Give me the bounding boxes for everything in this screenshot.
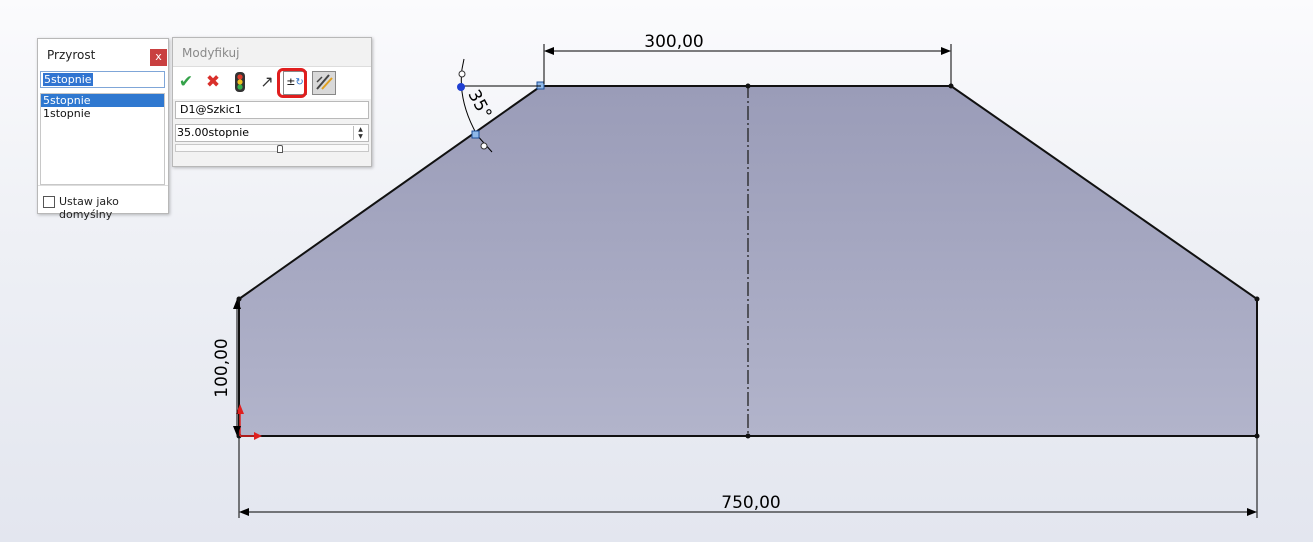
increment-panel-title: Przyrost: [47, 48, 96, 62]
value-text[interactable]: 35.00stopnie: [177, 126, 249, 139]
increment-input-value[interactable]: 5stopnie: [43, 73, 93, 86]
modify-panel: Modyfikuj ✔ ✖ ↗ ±↻ D1@Szkic1 35.00stopni…: [172, 37, 372, 167]
increment-list[interactable]: 5stopnie 1stopnie: [40, 93, 165, 185]
thumbwheel-slider[interactable]: [175, 144, 369, 153]
increment-panel: Przyrost x 5stopnie 5stopnie 1stopnie Us…: [37, 38, 169, 221]
rebuild-icon[interactable]: [229, 71, 251, 93]
value-input[interactable]: 35.00stopnie ▲ ▼: [175, 124, 369, 142]
dimension-bottom-width[interactable]: 750,00: [238, 438, 1258, 518]
divider: [38, 185, 168, 186]
checkmark-icon[interactable]: ✔: [175, 71, 197, 93]
set-default-checkbox[interactable]: [43, 196, 55, 208]
dimension-top-width-text: 300,00: [644, 32, 703, 52]
increment-highlight-box: [277, 68, 307, 98]
dimension-left-height[interactable]: 100,00: [212, 299, 241, 436]
list-item[interactable]: 5stopnie: [41, 94, 164, 107]
thumbwheel-handle[interactable]: [277, 145, 283, 153]
arrow-icon[interactable]: ↗: [256, 71, 278, 93]
set-default-label[interactable]: Ustaw jako domyślny: [59, 195, 168, 221]
dimension-top-width[interactable]: 300,00: [543, 32, 952, 84]
modify-panel-title: Modyfikuj: [182, 46, 240, 60]
dimension-bottom-width-text: 750,00: [721, 493, 780, 513]
close-button[interactable]: x: [150, 49, 167, 66]
mark-dimension-icon[interactable]: [312, 71, 336, 95]
increment-input[interactable]: 5stopnie: [40, 71, 165, 88]
cancel-icon[interactable]: ✖: [202, 71, 224, 93]
dimension-left-height-text: 100,00: [212, 338, 232, 397]
list-item[interactable]: 1stopnie: [41, 107, 164, 120]
modify-toolbar: ✔ ✖ ↗ ±↻: [173, 66, 371, 99]
spin-buttons[interactable]: ▲ ▼: [353, 126, 367, 140]
dimension-name-field[interactable]: D1@Szkic1: [175, 101, 369, 119]
